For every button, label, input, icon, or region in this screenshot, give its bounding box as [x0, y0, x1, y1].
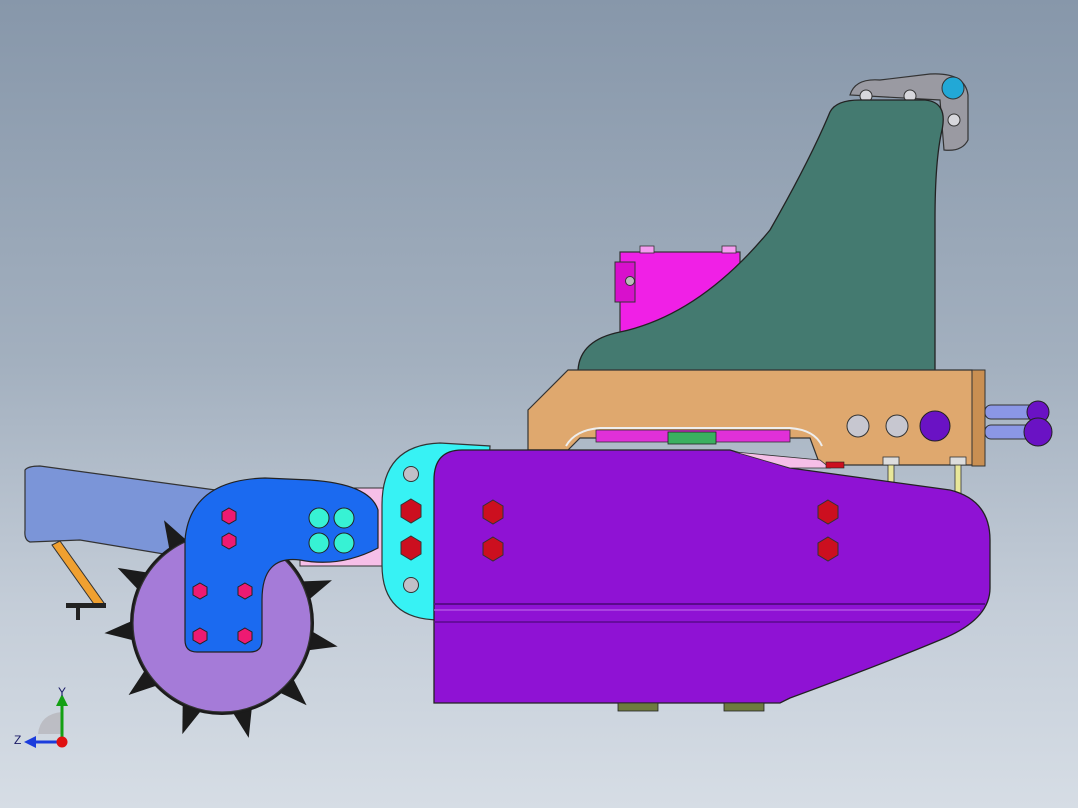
gearbox-bolt — [625, 276, 635, 286]
support-bracket — [577, 99, 944, 373]
cad-viewport[interactable] — [0, 0, 1078, 808]
orange-strut — [51, 540, 106, 620]
frame-pin — [919, 410, 951, 442]
mount-hole — [947, 113, 961, 127]
mount-pin — [941, 76, 965, 100]
hydraulic-cylinders — [984, 400, 1053, 447]
z-axis-label: Z — [14, 733, 21, 747]
frame-hole — [846, 414, 870, 438]
frame-hole — [885, 414, 909, 438]
coordinate-triad: Y Z — [14, 685, 68, 748]
main-housing — [433, 449, 991, 712]
y-axis-label: Y — [58, 685, 66, 699]
